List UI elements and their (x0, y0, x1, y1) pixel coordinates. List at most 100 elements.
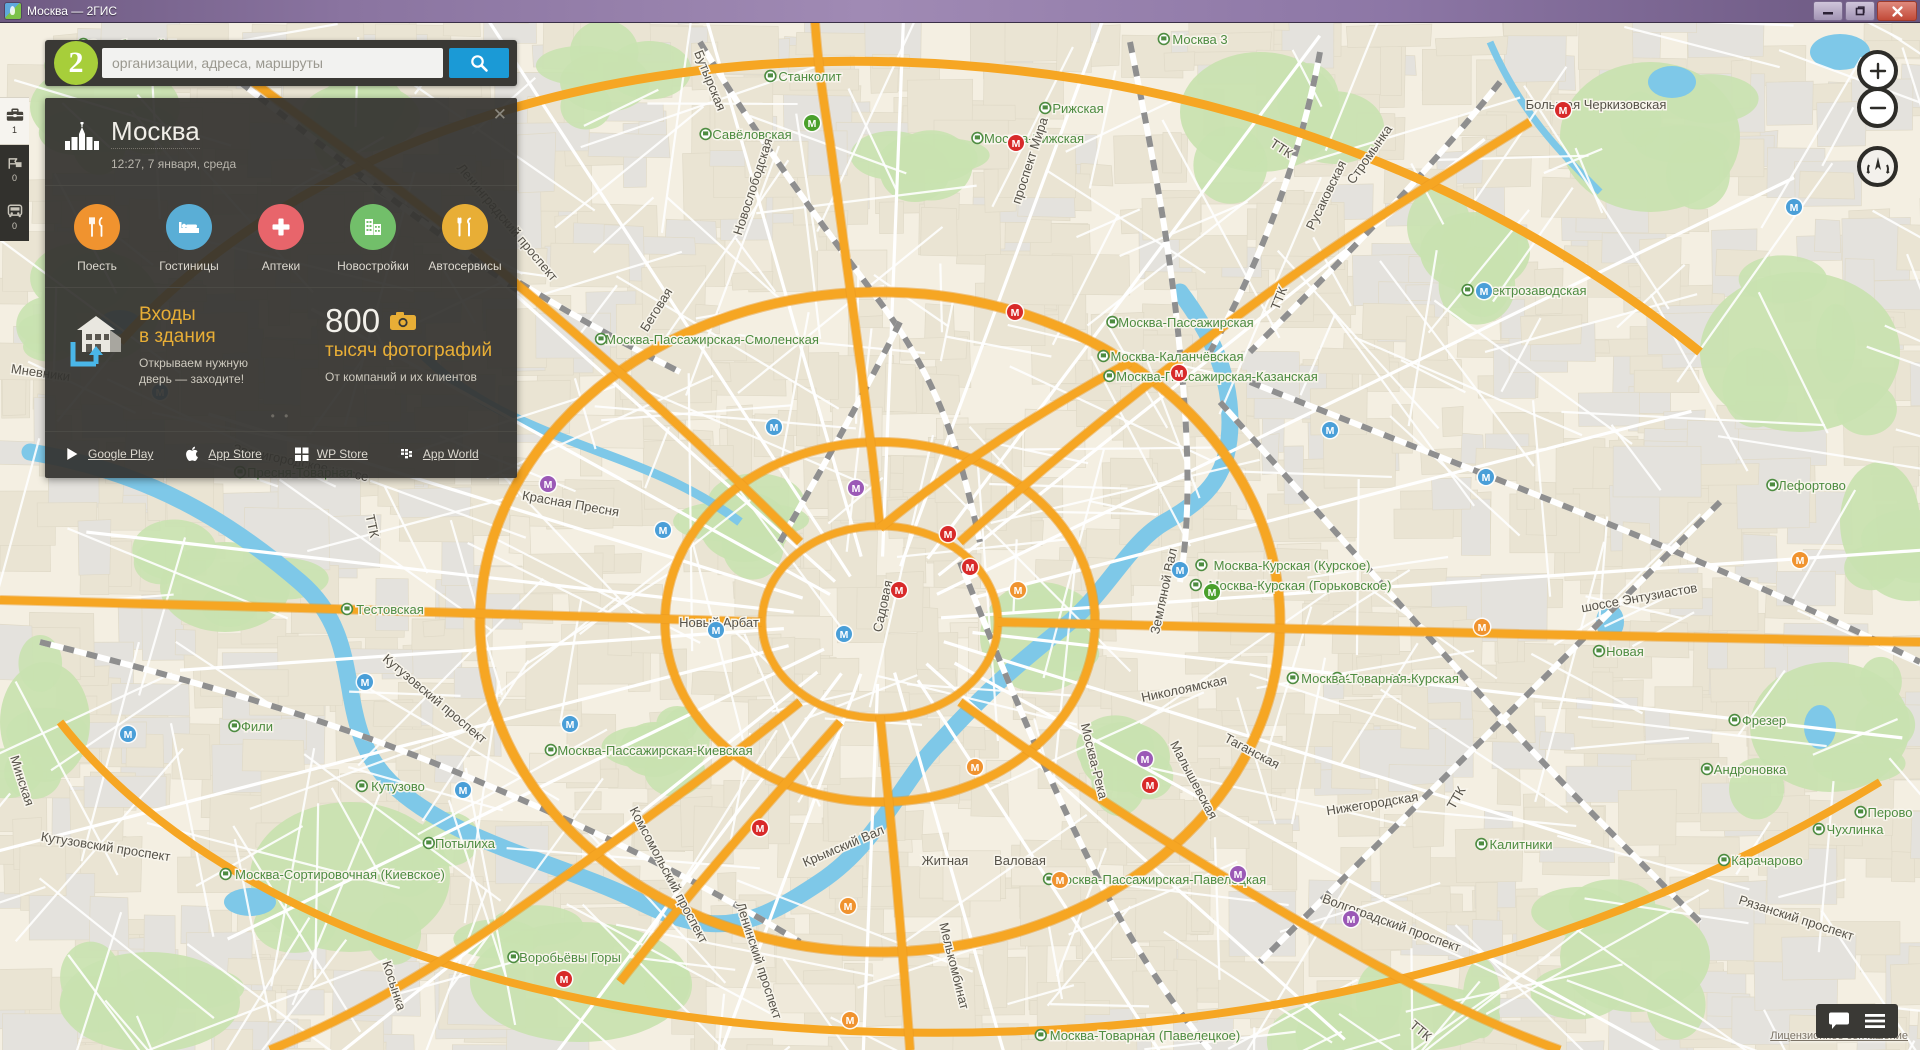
category-pharmacy[interactable]: Аптеки (235, 204, 327, 273)
metro-station-marker[interactable]: М (1140, 775, 1160, 795)
svg-text:М: М (1176, 565, 1185, 577)
metro-station-marker[interactable]: М (1170, 560, 1190, 580)
minimize-button[interactable] (1813, 1, 1843, 21)
svg-text:М: М (1326, 425, 1335, 437)
metro-station-marker[interactable]: М (706, 620, 726, 640)
category-hotels[interactable]: Гостиницы (143, 204, 235, 273)
zoom-in-button[interactable] (1857, 50, 1898, 91)
metro-station-marker[interactable]: М (118, 724, 138, 744)
metro-station-marker[interactable]: М (965, 757, 985, 777)
metro-station-marker[interactable]: М (653, 520, 673, 540)
metro-station-marker[interactable]: М (889, 580, 909, 600)
category-eat[interactable]: Поесть (51, 204, 143, 273)
category-shortcuts: Поесть Гостиницы Аптеки Новостройки Авто… (45, 186, 517, 287)
metro-station-marker[interactable]: М (802, 113, 822, 133)
city-name[interactable]: Москва (111, 116, 200, 149)
metro-station-marker[interactable]: М (960, 557, 980, 577)
metro-station-marker[interactable]: М (846, 478, 866, 498)
svg-text:М: М (560, 974, 569, 986)
svg-text:Москва 3: Москва 3 (1172, 32, 1227, 47)
map-label: Савёловская (699, 126, 793, 144)
map-label: Москва-Пассажирская (1106, 314, 1255, 332)
category-autoservice[interactable]: Автосервисы (419, 204, 511, 273)
rail-item-transport[interactable]: 0 (0, 193, 29, 241)
minus-icon (1869, 106, 1886, 109)
svg-text:Москва-Сортировочная (Киевское: Москва-Сортировочная (Киевское) (235, 867, 445, 882)
store-links: Google Play App Store WP Store App World (45, 432, 517, 478)
metro-station-marker[interactable]: М (1784, 197, 1804, 217)
metro-station-marker[interactable]: М (1790, 550, 1810, 570)
store-link-app-store[interactable]: App Store (185, 446, 262, 462)
svg-text:М: М (808, 118, 817, 130)
metro-station-marker[interactable]: М (1474, 281, 1494, 301)
metro-station-marker[interactable]: М (1472, 617, 1492, 637)
map-label: Потылиха (422, 835, 497, 853)
metro-station-marker[interactable]: М (840, 1010, 860, 1030)
svg-text:Москва-Товарная-Курская: Москва-Товарная-Курская (1301, 671, 1459, 686)
promo-entrances-sub-2: дверь — заходите! (139, 372, 245, 386)
carousel-dots[interactable]: • • (45, 409, 517, 423)
metro-station-marker[interactable]: М (1169, 363, 1189, 383)
metro-station-marker[interactable]: М (764, 417, 784, 437)
restore-button[interactable] (1845, 1, 1875, 21)
cutlery-icon (89, 217, 103, 237)
metro-station-marker[interactable]: М (1050, 870, 1070, 890)
map-label: Большая Черкизовская (1524, 96, 1668, 114)
card-close-button[interactable]: ✕ (493, 106, 507, 123)
zoom-out-button[interactable] (1857, 87, 1898, 128)
rail-item-briefcase[interactable]: 1 (0, 97, 29, 145)
map-label: Москва-Товарная-Курская (1286, 670, 1460, 688)
store-link-wp-store[interactable]: WP Store (294, 446, 368, 462)
metro-station-marker[interactable]: М (838, 896, 858, 916)
store-link-google-play[interactable]: Google Play (65, 446, 153, 462)
metro-station-marker[interactable]: М (1135, 749, 1155, 769)
bottom-toolbar (1816, 1004, 1898, 1038)
metro-station-marker[interactable]: М (355, 672, 375, 692)
hamburger-icon[interactable] (1864, 1012, 1886, 1030)
metro-station-marker[interactable]: М (1005, 302, 1025, 322)
metro-station-marker[interactable]: М (560, 714, 580, 734)
metro-station-marker[interactable]: М (453, 780, 473, 800)
2gis-logo[interactable]: 2 (54, 41, 98, 85)
metro-station-marker[interactable]: М (1553, 100, 1573, 120)
cross-icon (272, 218, 290, 236)
metro-station-marker[interactable]: М (1341, 909, 1361, 929)
svg-text:М: М (1011, 307, 1020, 319)
metro-station-marker[interactable]: М (750, 818, 770, 838)
close-button[interactable] (1877, 1, 1917, 21)
promo-photos[interactable]: 800 тысяч фотографий От компаний и их кл… (325, 304, 499, 387)
metro-station-marker[interactable]: М (938, 524, 958, 544)
svg-text:Москва-Каланчёвская: Москва-Каланчёвская (1110, 349, 1243, 364)
svg-text:М: М (659, 525, 668, 537)
svg-text:Лефортово: Лефортово (1778, 478, 1846, 493)
bus-icon (7, 204, 22, 217)
metro-station-marker[interactable]: М (1008, 580, 1028, 600)
svg-text:М: М (1012, 138, 1021, 150)
bed-icon (179, 222, 199, 233)
svg-text:М: М (712, 625, 721, 637)
svg-text:М: М (1480, 286, 1489, 298)
speech-bubble-icon[interactable] (1828, 1012, 1850, 1030)
city-datetime: 12:27, 7 января, среда (111, 157, 237, 171)
category-newbuildings[interactable]: Новостройки (327, 204, 419, 273)
category-pharmacy-label: Аптеки (261, 259, 301, 273)
map-label: Новая (1592, 643, 1645, 661)
search-button[interactable] (449, 48, 509, 78)
metro-station-marker[interactable]: М (1202, 582, 1222, 602)
promo-entrances-sub-1: Открываем нужную (139, 356, 248, 370)
search-input[interactable] (102, 48, 443, 78)
metro-station-marker[interactable]: М (1228, 864, 1248, 884)
promo-entrances[interactable]: Входы в здания Открываем нужную дверь — … (63, 304, 315, 387)
rail-item-ruler[interactable]: 0 (0, 145, 29, 193)
metro-station-marker[interactable]: М (554, 969, 574, 989)
metro-station-marker[interactable]: М (1476, 467, 1496, 487)
metro-station-marker[interactable]: М (834, 624, 854, 644)
category-autoservice-circle (442, 204, 488, 250)
metro-station-marker[interactable]: М (1320, 420, 1340, 440)
map-label: Валовая (993, 852, 1048, 870)
svg-text:М: М (1141, 754, 1150, 766)
compass-button[interactable] (1857, 146, 1898, 187)
metro-station-marker[interactable]: М (538, 474, 558, 494)
metro-station-marker[interactable]: М (1006, 133, 1026, 153)
store-link-app-world[interactable]: App World (400, 446, 479, 462)
